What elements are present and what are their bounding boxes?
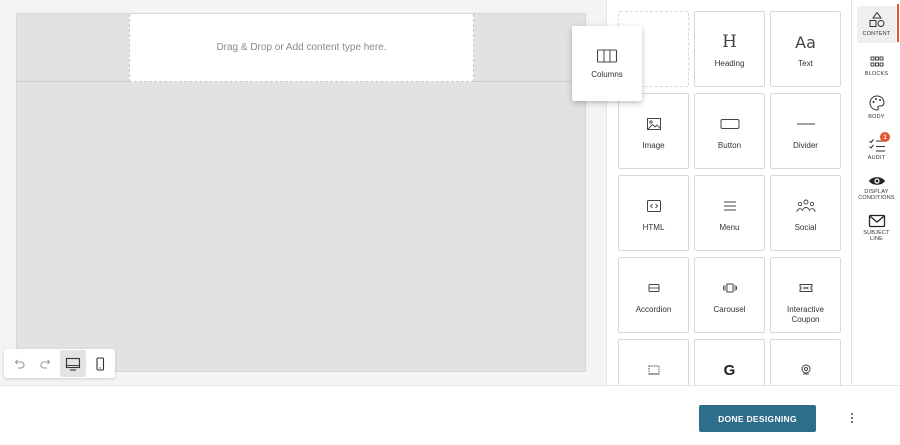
editor-area: Drag & Drop or Add content type here. <box>0 0 606 385</box>
blocks-icon <box>870 56 883 67</box>
empty-row[interactable]: Drag & Drop or Add content type here. <box>17 14 585 82</box>
columns-label: Columns <box>591 70 623 79</box>
form-icon <box>648 365 659 375</box>
coupon-icon <box>799 284 812 292</box>
columns-drag-preview[interactable]: Columns <box>572 26 642 101</box>
eye-icon <box>868 177 885 185</box>
tile-interactive-coupon[interactable]: Interactive Coupon <box>770 257 841 333</box>
tile-text[interactable]: Aa Text <box>770 11 841 87</box>
button-icon <box>720 119 739 129</box>
html-icon <box>646 200 661 212</box>
tile-image-label: Image <box>642 141 665 150</box>
columns-icon <box>596 49 618 63</box>
tile-social-label: Social <box>794 223 817 232</box>
sidebar-item-label: CONTENT <box>862 31 891 37</box>
tile-divider-label: Divider <box>793 141 818 150</box>
sidebar-item-audit[interactable]: 1 AUDIT <box>857 132 896 165</box>
tile-html-label: HTML <box>642 223 665 232</box>
menu-icon <box>723 201 736 211</box>
sidebar-item-content[interactable]: CONTENT <box>857 6 896 43</box>
tile-carousel-label: Carousel <box>713 305 746 314</box>
accordion-icon <box>648 284 659 292</box>
tile-divider[interactable]: Divider <box>770 93 841 169</box>
undo-icon <box>15 359 25 369</box>
desktop-icon <box>65 357 80 371</box>
more-vertical-icon[interactable] <box>845 408 859 428</box>
tile-form[interactable] <box>618 339 689 385</box>
tile-menu-label: Menu <box>719 223 740 232</box>
canvas-toolbar <box>4 349 115 378</box>
sidebar-item-label: BLOCKS <box>864 71 889 77</box>
done-designing-button[interactable]: DONE DESIGNING <box>699 405 816 432</box>
email-canvas[interactable]: Drag & Drop or Add content type here. <box>16 13 586 372</box>
text-icon: Aa <box>795 32 816 52</box>
sidebar-item-label: AUDIT <box>867 155 886 161</box>
sidebar-item-label: SUBJECT LINE <box>863 230 890 242</box>
palette-icon <box>869 95 885 111</box>
sidebar-item-blocks[interactable]: BLOCKS <box>857 55 896 83</box>
tile-interactive-coupon-label: Interactive Coupon <box>787 305 824 324</box>
tile-menu[interactable]: Menu <box>694 175 765 251</box>
google-icon: G <box>723 361 736 379</box>
sidebar-item-subject-line[interactable]: SUBJECT LINE <box>857 214 896 246</box>
envelope-icon <box>868 214 885 228</box>
mobile-icon <box>96 356 104 371</box>
shapes-icon <box>869 11 884 27</box>
tile-google[interactable]: G <box>694 339 765 385</box>
tile-location[interactable] <box>770 339 841 385</box>
tile-carousel[interactable]: Carousel <box>694 257 765 333</box>
audit-badge: 1 <box>880 132 890 142</box>
dropzone[interactable]: Drag & Drop or Add content type here. <box>129 14 474 82</box>
tile-text-label: Text <box>798 59 813 68</box>
tile-accordion[interactable]: Accordion <box>618 257 689 333</box>
tile-button-label: Button <box>717 141 742 150</box>
divider-icon <box>796 123 815 125</box>
mobile-view-button[interactable] <box>86 350 113 377</box>
dropzone-text: Drag & Drop or Add content type here. <box>216 42 387 53</box>
content-panel: H Heading Aa Text Image Button Divider H… <box>606 0 851 385</box>
footer-bar: DONE DESIGNING <box>0 385 900 445</box>
tile-heading[interactable]: H Heading <box>694 11 765 87</box>
tile-html[interactable]: HTML <box>618 175 689 251</box>
tile-accordion-label: Accordion <box>635 305 672 314</box>
sidebar-item-display-conditions[interactable]: DISPLAY CONDITIONS <box>857 175 896 207</box>
right-sidebar: CONTENT BLOCKS BODY 1 AUDIT DISPLAY COND… <box>851 0 900 385</box>
social-icon <box>796 199 815 213</box>
location-icon <box>801 364 810 375</box>
tile-image[interactable]: Image <box>618 93 689 169</box>
redo-button[interactable] <box>33 350 60 377</box>
sidebar-item-label: BODY <box>868 114 885 120</box>
desktop-view-button[interactable] <box>59 350 87 377</box>
sidebar-item-body[interactable]: BODY <box>857 94 896 122</box>
redo-icon <box>40 359 51 369</box>
sidebar-item-label: DISPLAY CONDITIONS <box>858 189 895 201</box>
tile-heading-label: Heading <box>714 59 745 68</box>
heading-icon: H <box>722 32 737 52</box>
undo-button[interactable] <box>6 350 33 377</box>
carousel-icon <box>722 283 737 293</box>
content-tile-grid: H Heading Aa Text Image Button Divider H… <box>618 11 841 385</box>
active-tab-indicator <box>897 4 899 42</box>
image-icon <box>646 118 661 130</box>
tile-button[interactable]: Button <box>694 93 765 169</box>
tile-social[interactable]: Social <box>770 175 841 251</box>
